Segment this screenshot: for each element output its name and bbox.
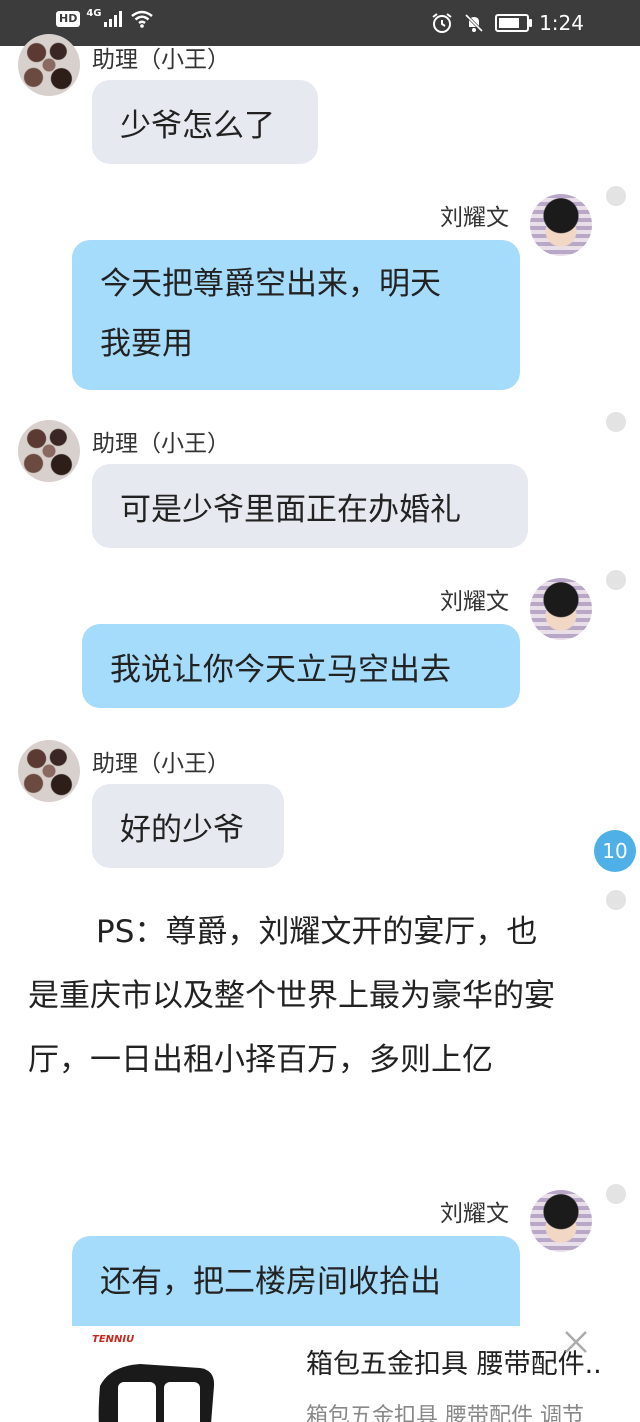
narration-text: PS：尊爵，刘耀文开的宴厅，也是重庆市以及整个世界上最为豪华的宴厅，一日出租小择…	[28, 914, 555, 1078]
status-right: 1:24	[431, 9, 584, 37]
signal-icon	[103, 11, 122, 27]
assistant-avatar[interactable]	[18, 420, 80, 482]
ad-brand-logo: TENNIU	[92, 1334, 135, 1345]
wifi-icon	[130, 10, 153, 28]
sender-name: 刘耀文	[440, 1201, 509, 1227]
assistant-avatar[interactable]	[18, 34, 80, 96]
alarm-icon	[432, 13, 452, 33]
message-bubble[interactable]: 可是少爷里面正在办婚礼	[92, 464, 528, 548]
sender-name: 刘耀文	[440, 205, 509, 231]
status-dot	[606, 412, 626, 432]
assistant-avatar[interactable]	[18, 740, 80, 802]
message-line: 我要用	[100, 326, 193, 362]
clock: 1:24	[539, 11, 584, 35]
message-bubble[interactable]: 好的少爷	[92, 784, 284, 868]
sender-name: 助理（小王）	[92, 431, 230, 457]
sender-name: 助理（小王）	[92, 47, 230, 73]
liu-yaowen-avatar[interactable]	[530, 194, 592, 256]
status-dot	[606, 1184, 626, 1204]
message-bubble[interactable]: 少爷怎么了	[92, 80, 318, 164]
message-line: 今天把尊爵空出来，明天	[100, 266, 441, 302]
sender-name: 刘耀文	[440, 589, 509, 615]
ad-subtitle: 箱包五金扣具 腰带配件 调节	[306, 1404, 584, 1422]
unread-count-badge[interactable]: 10	[594, 830, 636, 872]
liu-yaowen-avatar[interactable]	[530, 578, 592, 640]
status-dot	[606, 570, 626, 590]
battery-icon	[495, 14, 533, 32]
ad-banner[interactable]: TENNIU 箱包五金扣具 腰带配件.. 箱包五金扣具 腰带配件 调节	[0, 1326, 640, 1422]
battery-fill	[499, 18, 520, 28]
liu-yaowen-avatar[interactable]	[530, 1190, 592, 1252]
message-bubble[interactable]: 今天把尊爵空出来，明天 我要用	[72, 240, 520, 390]
ad-title: 箱包五金扣具 腰带配件..	[306, 1349, 602, 1380]
status-dot	[606, 890, 626, 910]
close-icon[interactable]	[560, 1326, 592, 1358]
network-type: 4G	[86, 7, 102, 19]
buckle-product-image	[98, 1364, 215, 1422]
message-bubble[interactable]: 我说让你今天立马空出去	[82, 624, 520, 708]
status-left: HD 4G	[56, 7, 154, 28]
status-dot	[606, 186, 626, 206]
hd-badge: HD	[56, 11, 81, 27]
mute-icon	[465, 13, 484, 33]
sender-name: 助理（小王）	[92, 751, 230, 777]
